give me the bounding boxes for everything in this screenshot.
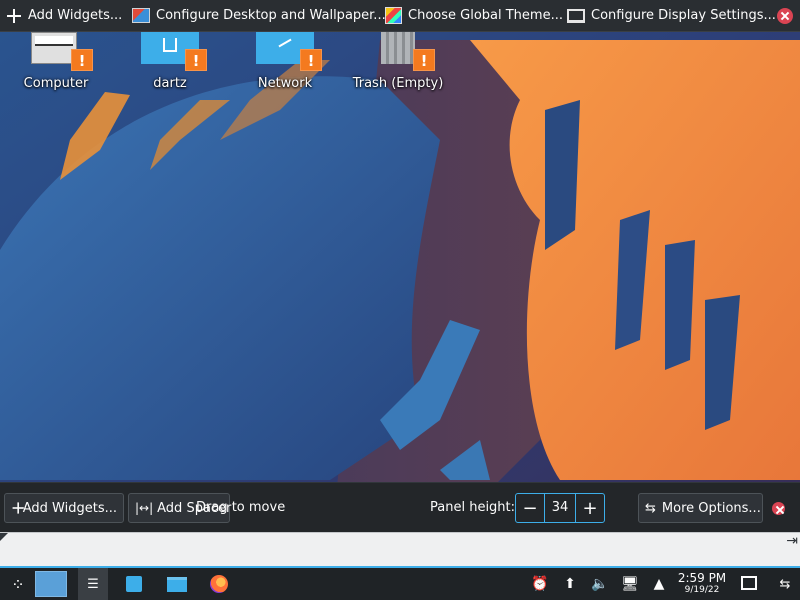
- warning-badge-icon: !: [300, 49, 322, 71]
- increase-height-button[interactable]: +: [576, 494, 604, 522]
- plus-icon: [6, 8, 22, 24]
- firefox-icon: [210, 575, 228, 593]
- show-desktop-icon: [741, 576, 757, 590]
- application-launcher-button[interactable]: ⁘: [4, 568, 32, 600]
- global-theme-label: Choose Global Theme...: [408, 8, 563, 23]
- show-desktop-button[interactable]: [735, 566, 763, 598]
- panel-add-widgets-button[interactable]: Add Widgets...: [4, 493, 124, 523]
- global-theme-button[interactable]: Choose Global Theme...: [385, 0, 563, 32]
- more-options-button[interactable]: ⇆ More Options...: [638, 493, 763, 523]
- display-settings-label: Configure Display Settings...: [591, 8, 776, 23]
- panel-settings-button[interactable]: ⇆: [772, 568, 798, 600]
- plus-icon: +: [582, 497, 598, 519]
- panel-height-label: Panel height:: [430, 500, 516, 515]
- trash-icon: !: [369, 32, 435, 71]
- ruler-resize-arrow-icon[interactable]: ⇥: [786, 533, 798, 549]
- desktop-icon-label: Trash (Empty): [352, 76, 444, 91]
- desktop-icon-trash[interactable]: ! Trash (Empty): [348, 32, 448, 91]
- desktop-icon-network[interactable]: ! Network: [235, 32, 335, 91]
- desktop-icon-label: Computer: [23, 76, 89, 91]
- sliders-icon: ⇆: [645, 500, 656, 516]
- drag-to-move-handle[interactable]: Drag to move: [196, 500, 285, 515]
- panel-height-value[interactable]: 34: [544, 494, 576, 522]
- warning-badge-icon: !: [71, 49, 93, 71]
- store-bag-icon: [126, 576, 142, 592]
- panel-height-spinbox[interactable]: − 34 +: [515, 493, 605, 523]
- discover-task[interactable]: [121, 568, 147, 600]
- wallpaper-icon: [132, 8, 150, 23]
- volume-icon[interactable]: 🔈: [591, 575, 609, 593]
- settings-sliders-icon: ☰: [87, 576, 99, 592]
- network-icon[interactable]: 🖥: [621, 575, 639, 593]
- desktop-icon-home[interactable]: ! dartz: [120, 32, 220, 91]
- desktop-edit-toolbar: Add Widgets... Configure Desktop and Wal…: [0, 0, 800, 32]
- drag-hint-label: Drag to move: [196, 500, 286, 515]
- firefox-task[interactable]: [205, 568, 233, 600]
- plus-icon: [12, 502, 24, 515]
- add-widgets-label: Add Widgets...: [28, 8, 123, 23]
- clock-time: 2:59 PM: [677, 571, 727, 585]
- spacer-icon: |↔|: [135, 501, 154, 515]
- close-icon: [772, 501, 785, 515]
- theme-icon: [385, 7, 402, 24]
- pager-desktop-1[interactable]: [35, 571, 67, 597]
- updates-icon[interactable]: ⬆: [561, 575, 579, 593]
- network-folder-icon: !: [256, 32, 322, 71]
- taskbar-panel: ⁘ ☰ ⏰ ⬆ 🔈 🖥 ▲ 2:59 PM 9/19/22 ⇆: [0, 566, 800, 600]
- digital-clock[interactable]: 2:59 PM 9/19/22: [672, 571, 732, 596]
- display-settings-button[interactable]: Configure Display Settings...: [567, 0, 776, 32]
- close-panel-config-button[interactable]: [772, 493, 792, 523]
- add-widgets-button[interactable]: Add Widgets...: [6, 0, 122, 32]
- desktop-icon-computer[interactable]: ! Computer: [6, 32, 106, 91]
- decrease-height-button[interactable]: −: [516, 494, 544, 522]
- panel-config-bar: Add Widgets... |↔| Add Spacer Drag to mo…: [0, 482, 800, 532]
- configure-desktop-button[interactable]: Configure Desktop and Wallpaper...: [132, 0, 386, 32]
- minus-icon: −: [522, 497, 538, 519]
- computer-icon: !: [27, 32, 93, 71]
- clock-date: 9/19/22: [684, 585, 720, 595]
- file-manager-task[interactable]: [163, 568, 191, 600]
- panel-size-ruler[interactable]: ⇥: [0, 532, 800, 566]
- warning-badge-icon: !: [413, 49, 435, 71]
- close-icon: [777, 7, 793, 24]
- warning-badge-icon: !: [185, 49, 207, 71]
- configure-desktop-label: Configure Desktop and Wallpaper...: [156, 8, 386, 23]
- desktop-icon-label: dartz: [153, 76, 187, 91]
- display-icon: [567, 8, 585, 23]
- folder-icon: [167, 576, 187, 592]
- ruler-left-marker-icon[interactable]: [0, 533, 8, 541]
- virtual-desktop-pager[interactable]: [34, 568, 68, 600]
- desktop-icon-label: Network: [257, 76, 313, 91]
- home-folder-icon: !: [141, 32, 207, 71]
- tray-expand-icon[interactable]: ▲: [650, 575, 668, 593]
- panel-add-widgets-label: Add Widgets...: [22, 500, 117, 516]
- panel-sliders-icon: ⇆: [779, 576, 791, 592]
- system-settings-task[interactable]: ☰: [78, 568, 108, 600]
- more-options-label: More Options...: [661, 500, 761, 516]
- close-edit-mode-button[interactable]: [777, 0, 793, 32]
- kde-launcher-icon: ⁘: [11, 574, 25, 594]
- notifications-icon[interactable]: ⏰: [531, 575, 549, 593]
